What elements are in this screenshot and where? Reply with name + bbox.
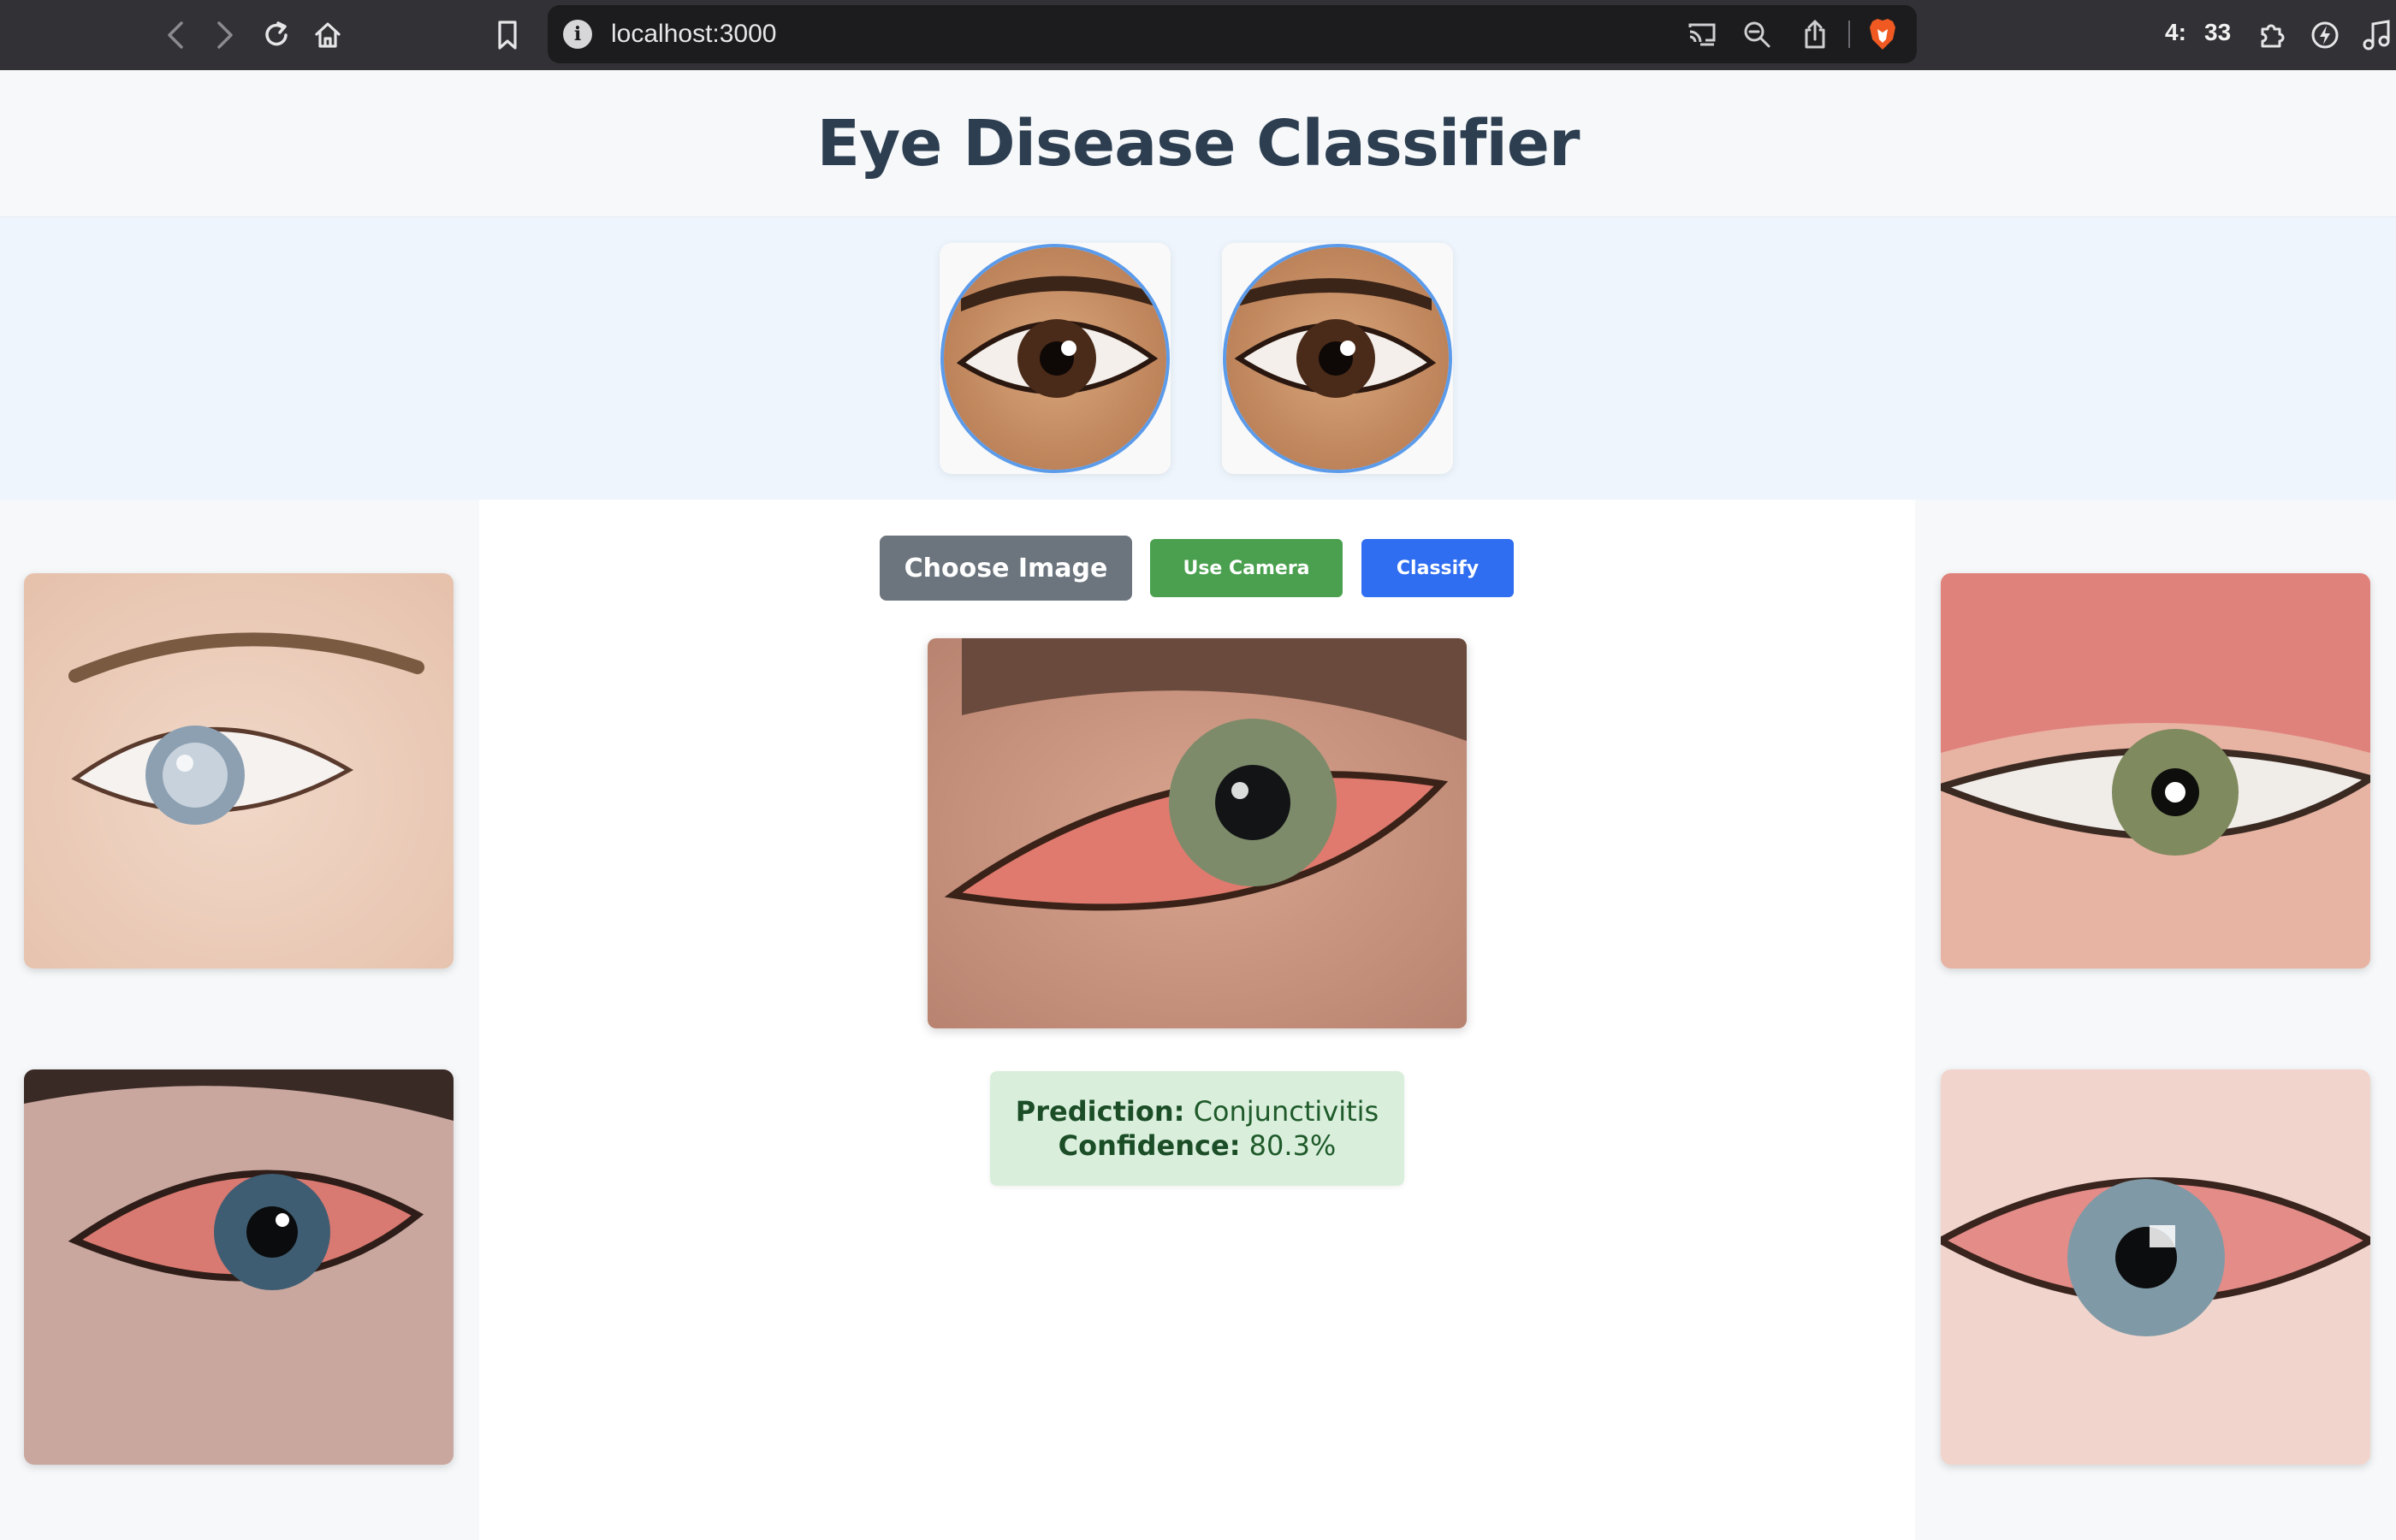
forward-icon[interactable] (204, 14, 246, 56)
hero-eye-left (940, 243, 1171, 474)
page-title: Eye Disease Classifier (816, 106, 1580, 181)
zoom-out-icon[interactable] (1741, 18, 1773, 50)
address-bar[interactable]: i localhost:3000 (548, 5, 1917, 63)
prediction-line: Prediction: Conjunctivitis (1016, 1094, 1379, 1128)
info-icon[interactable]: i (563, 20, 592, 49)
music-icon[interactable] (2355, 14, 2396, 56)
toolbar-divider (1848, 21, 1850, 48)
eye-photo (940, 244, 1170, 473)
share-icon[interactable] (1799, 18, 1831, 50)
confidence-label: Confidence: (1058, 1129, 1241, 1162)
clock-hours: 4: (2165, 19, 2186, 45)
classify-button[interactable]: Classify (1361, 539, 1514, 597)
leo-icon[interactable] (2304, 14, 2346, 56)
url-text[interactable]: localhost:3000 (611, 20, 776, 49)
home-icon[interactable] (306, 14, 349, 56)
prediction-result: Prediction: Conjunctivitis Confidence: 8… (990, 1071, 1404, 1186)
hero-eye-right (1222, 243, 1453, 474)
bookmark-icon[interactable] (486, 14, 529, 56)
use-camera-button[interactable]: Use Camera (1150, 539, 1343, 597)
confidence-line: Confidence: 80.3% (1059, 1128, 1337, 1163)
sample-image-cataract (24, 573, 454, 968)
confidence-value: 80.3% (1240, 1129, 1337, 1162)
sample-image-swollen-lid (1941, 573, 2370, 968)
sample-image-red-eye-right (1941, 1069, 2370, 1465)
clock-minutes: 33 (2204, 19, 2232, 45)
choose-image-button[interactable]: Choose Image (880, 536, 1132, 601)
back-icon[interactable] (154, 14, 197, 56)
uploaded-image-preview (928, 638, 1467, 1028)
cast-icon[interactable] (1686, 18, 1718, 50)
prediction-label: Prediction: (1015, 1095, 1185, 1128)
sample-image-red-eye-left (24, 1069, 454, 1465)
extensions-icon[interactable] (2251, 14, 2293, 56)
eye-photo (1223, 244, 1452, 473)
browser-toolbar: i localhost:3000 4: 33 (0, 0, 2396, 70)
prediction-value: Conjunctivitis (1184, 1095, 1379, 1128)
reload-icon[interactable] (255, 14, 298, 56)
hero-banner (0, 217, 2396, 500)
page-header: Eye Disease Classifier (0, 70, 2396, 217)
brave-shield-icon[interactable] (1867, 17, 1898, 51)
